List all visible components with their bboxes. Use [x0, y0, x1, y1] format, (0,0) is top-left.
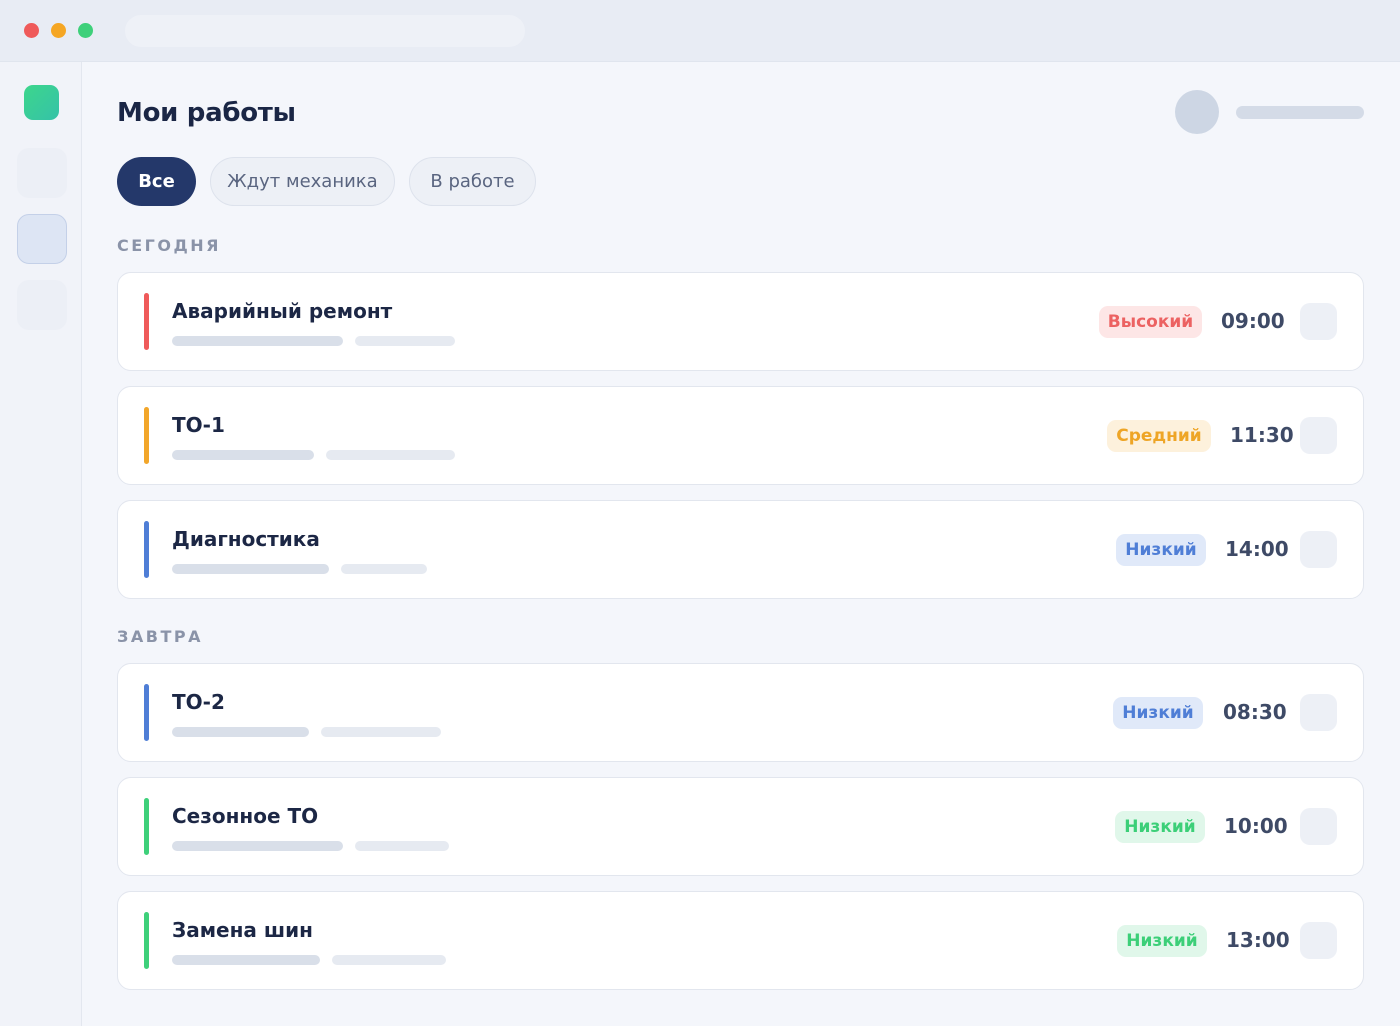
job-detail-placeholder — [172, 336, 343, 346]
sidebar — [0, 62, 82, 1026]
maximize-window-button[interactable] — [78, 23, 93, 38]
job-time: 13:00 — [1226, 928, 1290, 952]
job-time: 10:00 — [1224, 814, 1288, 838]
job-card[interactable]: ТО-1 Средний 11:30 — [117, 386, 1364, 485]
main-content: Мои работы Все Ждут механика В работе СЕ… — [82, 62, 1400, 1026]
job-card[interactable]: Замена шин Низкий 13:00 — [117, 891, 1364, 990]
sidebar-item-3[interactable] — [17, 280, 67, 330]
priority-accent-bar — [144, 684, 149, 741]
sidebar-item-1[interactable] — [17, 148, 67, 198]
close-window-button[interactable] — [24, 23, 39, 38]
job-title: ТО-2 — [172, 690, 225, 714]
job-detail-placeholder — [172, 955, 320, 965]
priority-badge: Низкий — [1117, 925, 1207, 957]
job-action-button[interactable] — [1300, 922, 1337, 959]
priority-accent-bar — [144, 293, 149, 350]
minimize-window-button[interactable] — [51, 23, 66, 38]
job-title: Аварийный ремонт — [172, 299, 393, 323]
user-name-placeholder — [1236, 106, 1364, 119]
job-detail-placeholder — [172, 564, 329, 574]
job-detail-placeholder — [355, 841, 449, 851]
priority-accent-bar — [144, 912, 149, 969]
priority-badge: Высокий — [1099, 306, 1202, 338]
job-time: 14:00 — [1225, 537, 1289, 561]
filter-tab-awaiting-mechanic[interactable]: Ждут механика — [210, 157, 395, 206]
priority-accent-bar — [144, 798, 149, 855]
app-logo[interactable] — [24, 85, 59, 120]
window-titlebar — [0, 0, 1400, 62]
section-label-tomorrow: ЗАВТРА — [117, 627, 203, 646]
job-action-button[interactable] — [1300, 531, 1337, 568]
job-detail-placeholder — [321, 727, 441, 737]
job-action-button[interactable] — [1300, 303, 1337, 340]
filter-tab-all[interactable]: Все — [117, 157, 196, 206]
user-avatar[interactable] — [1175, 90, 1219, 134]
job-detail-placeholder — [341, 564, 427, 574]
job-action-button[interactable] — [1300, 417, 1337, 454]
job-action-button[interactable] — [1300, 808, 1337, 845]
job-detail-placeholder — [332, 955, 446, 965]
job-detail-placeholder — [326, 450, 455, 460]
job-action-button[interactable] — [1300, 694, 1337, 731]
page-title: Мои работы — [117, 98, 296, 128]
job-title: ТО-1 — [172, 413, 225, 437]
priority-badge: Низкий — [1115, 811, 1205, 843]
address-bar[interactable] — [125, 15, 525, 47]
priority-accent-bar — [144, 521, 149, 578]
sidebar-item-active[interactable] — [17, 214, 67, 264]
job-time: 09:00 — [1221, 309, 1285, 333]
job-title: Замена шин — [172, 918, 313, 942]
priority-accent-bar — [144, 407, 149, 464]
section-label-today: СЕГОДНЯ — [117, 236, 221, 255]
job-title: Диагностика — [172, 527, 320, 551]
job-card[interactable]: Аварийный ремонт Высокий 09:00 — [117, 272, 1364, 371]
job-card[interactable]: Диагностика Низкий 14:00 — [117, 500, 1364, 599]
job-detail-placeholder — [172, 450, 314, 460]
job-detail-placeholder — [172, 841, 343, 851]
filter-tab-in-progress[interactable]: В работе — [409, 157, 536, 206]
job-time: 08:30 — [1223, 700, 1287, 724]
job-detail-placeholder — [355, 336, 455, 346]
priority-badge: Низкий — [1116, 534, 1206, 566]
job-time: 11:30 — [1230, 423, 1294, 447]
job-card[interactable]: ТО-2 Низкий 08:30 — [117, 663, 1364, 762]
priority-badge: Средний — [1107, 420, 1211, 452]
priority-badge: Низкий — [1113, 697, 1203, 729]
job-detail-placeholder — [172, 727, 309, 737]
job-card[interactable]: Сезонное ТО Низкий 10:00 — [117, 777, 1364, 876]
job-title: Сезонное ТО — [172, 804, 319, 828]
